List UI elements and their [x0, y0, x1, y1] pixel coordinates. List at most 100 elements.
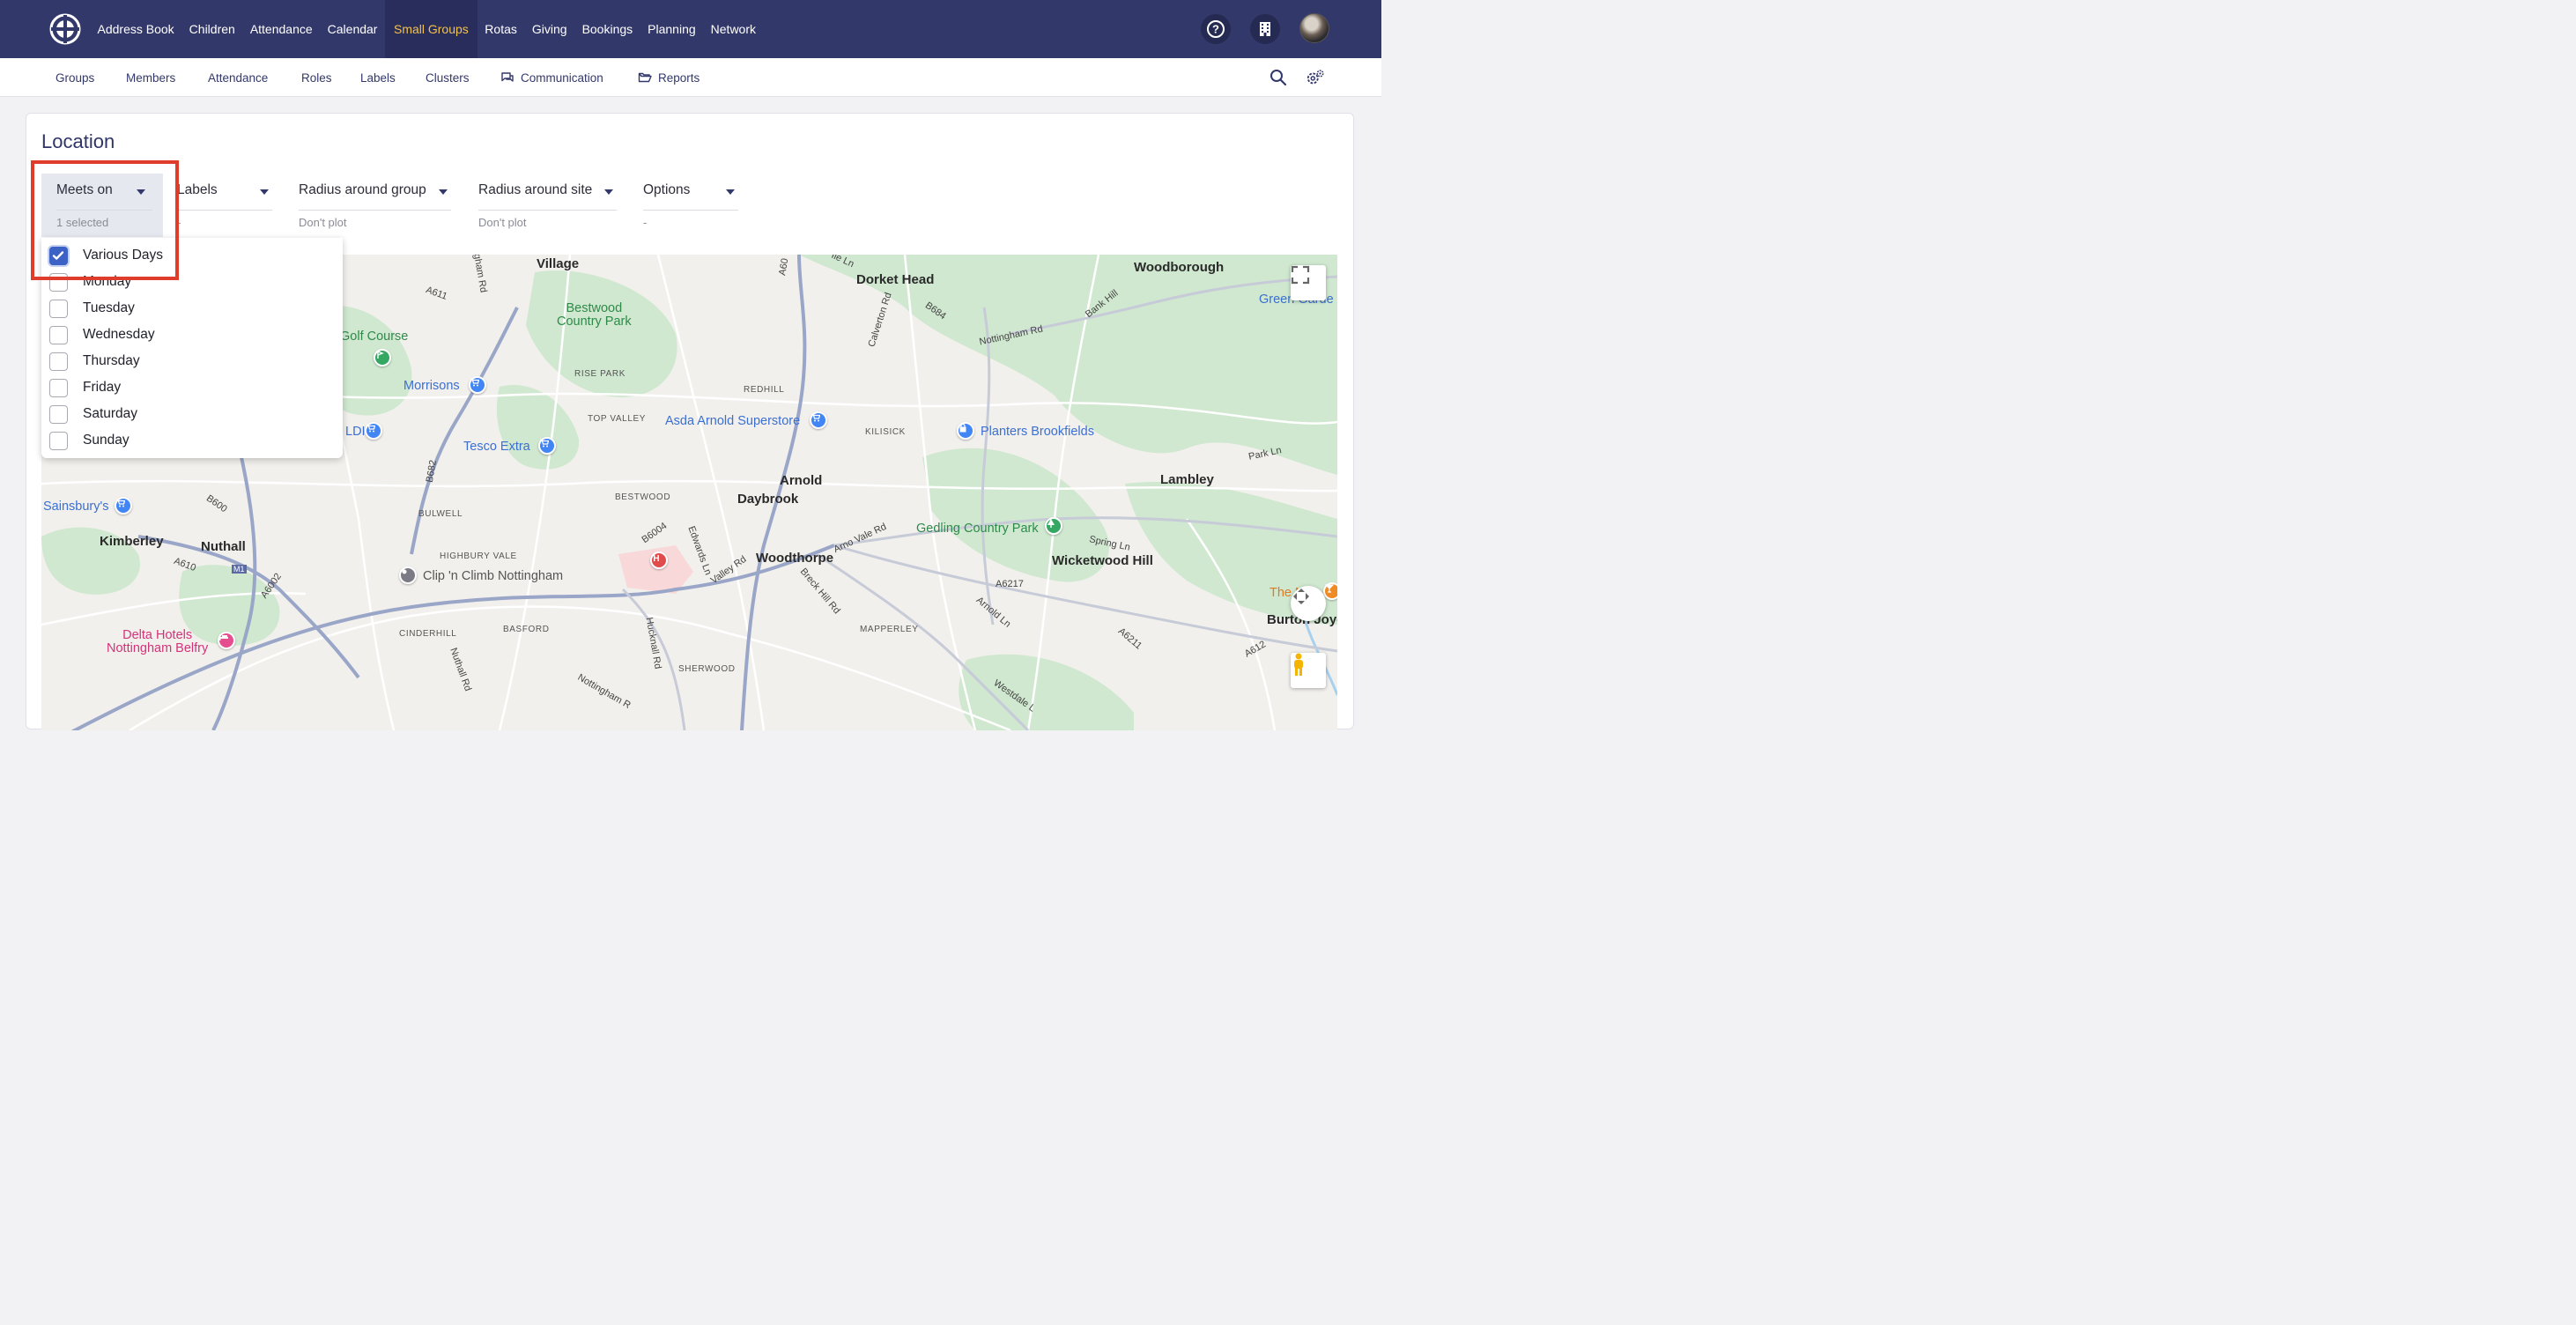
- day-option-friday[interactable]: Friday: [41, 374, 343, 401]
- subnav-label: Clusters: [426, 70, 470, 85]
- shopping-cart-icon[interactable]: [810, 411, 827, 429]
- search-icon[interactable]: [1269, 68, 1288, 87]
- map-poi-label: Tesco Extra: [463, 440, 530, 454]
- folder-open-icon: [638, 70, 652, 85]
- filter-value: -: [643, 216, 648, 229]
- filter-value: Don't plot: [478, 216, 527, 229]
- filter-value: Don't plot: [299, 216, 347, 229]
- meets-on-select[interactable]: Meets on: [56, 182, 152, 211]
- option-label: Wednesday: [83, 327, 155, 342]
- day-option-wednesday[interactable]: Wednesday: [41, 322, 343, 348]
- map-label-lambley: Lambley: [1160, 472, 1214, 487]
- nav-item-network[interactable]: Network: [703, 0, 763, 58]
- subnav-labels[interactable]: Labels: [360, 58, 396, 97]
- shopping-cart-icon[interactable]: [115, 497, 132, 514]
- hotel-icon[interactable]: [218, 632, 235, 649]
- tree-icon[interactable]: [1045, 517, 1062, 535]
- fullscreen-icon[interactable]: [1291, 265, 1326, 300]
- svg-text:H: H: [653, 554, 659, 562]
- map-area-label: HIGHBURY VALE: [440, 551, 517, 561]
- option-label: Thursday: [83, 353, 140, 368]
- map-poi-label: Planters Brookfields: [981, 425, 1094, 439]
- nav-item-planning[interactable]: Planning: [640, 0, 704, 58]
- day-option-saturday[interactable]: Saturday: [41, 401, 343, 427]
- bar-icon[interactable]: [1323, 582, 1337, 600]
- day-option-monday[interactable]: Monday: [41, 269, 343, 295]
- radius-group-filter[interactable]: Radius around group Don't plot: [299, 174, 451, 237]
- help-icon[interactable]: ?: [1201, 14, 1231, 44]
- map-area-label: REDHILL: [744, 385, 785, 395]
- filter-value: -: [177, 216, 181, 229]
- subnav-label: Members: [126, 70, 176, 85]
- place-icon[interactable]: [399, 566, 417, 584]
- nav-item-address-book[interactable]: Address Book: [90, 0, 181, 58]
- building-icon[interactable]: [1250, 14, 1280, 44]
- filter-value: 1 selected: [56, 216, 109, 229]
- filter-label: Radius around site: [478, 182, 593, 197]
- nav-item-rotas[interactable]: Rotas: [477, 0, 525, 58]
- golf-icon[interactable]: [374, 349, 391, 366]
- avatar[interactable]: [1299, 13, 1329, 43]
- filter-label: Meets on: [56, 182, 113, 197]
- shopping-cart-icon[interactable]: [538, 437, 556, 455]
- subnav-communication[interactable]: Communication: [500, 58, 603, 97]
- checkbox[interactable]: [49, 272, 68, 292]
- checkbox[interactable]: [49, 431, 68, 450]
- radius-site-select[interactable]: Radius around site: [478, 182, 617, 211]
- street-view-pegman-icon[interactable]: [1291, 653, 1326, 688]
- map-area-label: BESTWOOD: [615, 492, 671, 502]
- nav-item-bookings[interactable]: Bookings: [574, 0, 640, 58]
- option-label: Sunday: [83, 433, 130, 448]
- checkbox[interactable]: [49, 404, 68, 424]
- shopping-cart-icon[interactable]: [365, 422, 382, 440]
- caret-down-icon: [137, 189, 145, 195]
- labels-filter[interactable]: Labels -: [177, 174, 272, 237]
- nav-item-children[interactable]: Children: [181, 0, 242, 58]
- day-option-tuesday[interactable]: Tuesday: [41, 295, 343, 322]
- map-area-label: RISE PARK: [574, 369, 626, 379]
- checkbox[interactable]: [49, 246, 68, 265]
- caret-down-icon: [260, 189, 269, 195]
- sub-navigation: Groups Members Attendance Roles Labels C…: [0, 58, 1381, 97]
- subnav-label: Groups: [56, 70, 95, 85]
- labels-select[interactable]: Labels: [177, 182, 272, 211]
- map-area-label: BULWELL: [418, 509, 463, 519]
- logo-icon[interactable]: [49, 13, 81, 45]
- subnav-clusters[interactable]: Clusters: [426, 58, 470, 97]
- subnav-roles[interactable]: Roles: [301, 58, 332, 97]
- day-option-various-days[interactable]: Various Days: [41, 242, 343, 269]
- meets-on-filter[interactable]: Meets on 1 selected: [41, 174, 163, 237]
- map-poi-label: Clip 'n Climb Nottingham: [423, 569, 564, 583]
- day-option-sunday[interactable]: Sunday: [41, 427, 343, 454]
- checkbox[interactable]: [49, 378, 68, 397]
- radius-site-filter[interactable]: Radius around site Don't plot: [478, 174, 617, 237]
- nav-item-small-groups[interactable]: Small Groups: [384, 0, 477, 58]
- option-label: Monday: [83, 274, 132, 289]
- settings-icon[interactable]: [1306, 68, 1325, 87]
- radius-group-select[interactable]: Radius around group: [299, 182, 451, 211]
- map-park-label: Bestwood Country Park: [557, 301, 632, 329]
- nav-item-giving[interactable]: Giving: [524, 0, 574, 58]
- subnav-label: Labels: [360, 70, 396, 85]
- shopping-cart-icon[interactable]: [469, 376, 486, 394]
- options-select[interactable]: Options: [643, 182, 738, 211]
- subnav-members[interactable]: Members: [126, 58, 175, 97]
- filter-label: Labels: [177, 182, 218, 197]
- subnav-reports[interactable]: Reports: [638, 58, 700, 97]
- pan-control-icon[interactable]: [1291, 586, 1326, 621]
- m1-motorway-sign: M1: [232, 565, 247, 574]
- nav-item-calendar[interactable]: Calendar: [320, 0, 385, 58]
- nav-item-attendance[interactable]: Attendance: [242, 0, 320, 58]
- checkbox[interactable]: [49, 325, 68, 344]
- map-label-woodborough: Woodborough: [1134, 260, 1225, 275]
- caret-down-icon: [604, 189, 613, 195]
- options-filter[interactable]: Options -: [643, 174, 738, 237]
- map-poi-label: LDI: [345, 425, 366, 439]
- shopping-bag-icon[interactable]: [957, 422, 974, 440]
- subnav-groups[interactable]: Groups: [56, 58, 94, 97]
- hospital-icon[interactable]: H: [650, 551, 668, 569]
- day-option-thursday[interactable]: Thursday: [41, 348, 343, 374]
- subnav-attendance[interactable]: Attendance: [208, 58, 268, 97]
- checkbox[interactable]: [49, 352, 68, 371]
- checkbox[interactable]: [49, 299, 68, 318]
